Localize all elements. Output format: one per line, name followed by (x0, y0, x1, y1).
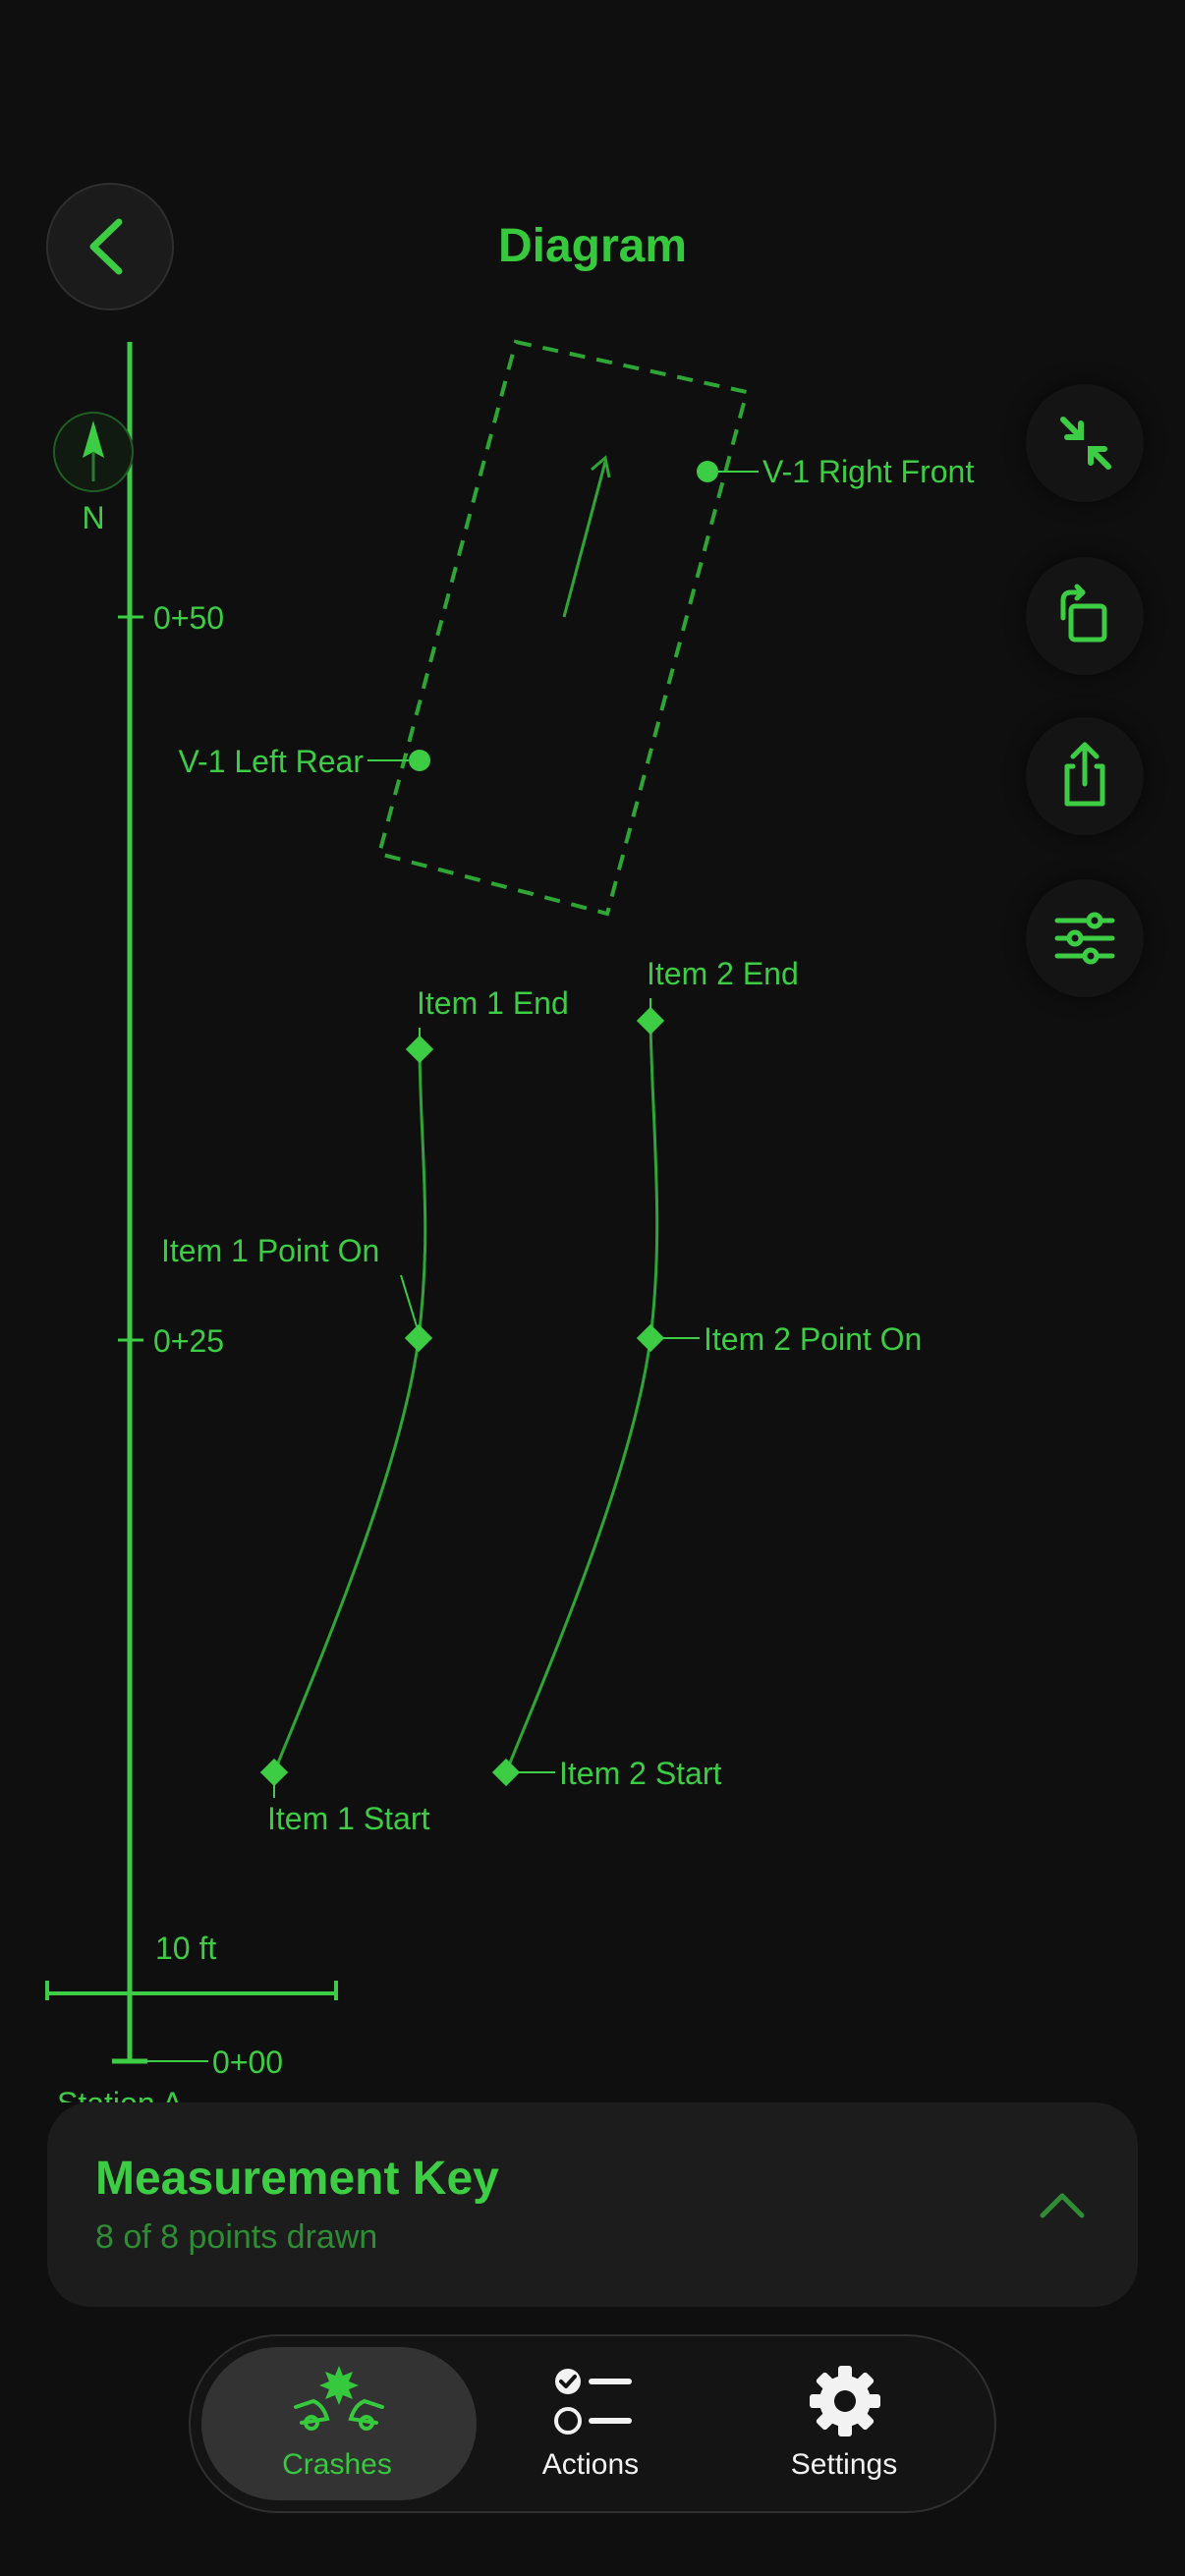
scale-bar (45, 1981, 338, 2000)
compass-label: N (82, 500, 104, 535)
point-v1-right-front[interactable] (697, 461, 718, 482)
tab-crashes-label: Crashes (282, 2448, 392, 2481)
label-v1-left-rear: V-1 Left Rear (178, 744, 364, 779)
point-v1-left-rear[interactable] (409, 750, 430, 771)
label-item2-point-on: Item 2 Point On (704, 1321, 922, 1357)
settings-sliders-button[interactable] (1026, 879, 1144, 997)
item1-path (272, 1048, 427, 1773)
item2-path (504, 1020, 659, 1773)
station-origin-label: Station A (57, 2086, 184, 2102)
label-item1-point-on: Item 1 Point On (161, 1233, 379, 1268)
tab-settings-label[interactable]: Settings (726, 2448, 962, 2482)
point-item1-start[interactable] (259, 1758, 289, 1787)
vehicle-outline[interactable] (376, 339, 750, 917)
station-label-0-25: 0+25 (153, 1323, 224, 1359)
measurement-key-title: Measurement Key (95, 2153, 499, 2205)
point-item1-point-on[interactable] (404, 1323, 433, 1353)
collapse-icon (1060, 417, 1111, 470)
page-title: Diagram (497, 220, 688, 272)
leader-item1-point-on (400, 1274, 418, 1327)
station-label-0-00: 0+00 (212, 2044, 283, 2080)
tab-actions-label[interactable]: Actions (473, 2448, 708, 2482)
rotate-button[interactable] (1026, 557, 1144, 675)
collapse-button[interactable] (1026, 384, 1144, 502)
point-item1-end[interactable] (405, 1035, 434, 1064)
point-item2-start[interactable] (491, 1758, 521, 1787)
label-item2-start: Item 2 Start (559, 1756, 722, 1791)
checklist-icon[interactable] (550, 2366, 633, 2440)
rotate-icon (1060, 584, 1107, 643)
point-item2-end[interactable] (636, 1006, 665, 1036)
label-item1-end: Item 1 End (417, 985, 569, 1021)
gear-icon[interactable] (806, 2362, 884, 2440)
diagram-canvas[interactable]: 0+50 0+25 0+00 Station A 10 ft N V-1 Rig… (0, 0, 1185, 2102)
measurement-key-subtitle: 8 of 8 points drawn (95, 2218, 378, 2256)
compass-icon (53, 412, 134, 492)
chevron-up-icon[interactable] (1037, 2186, 1088, 2225)
vehicle-direction-arrow (562, 461, 607, 618)
scale-bar-label: 10 ft (155, 1931, 216, 1966)
label-item2-end: Item 2 End (647, 956, 799, 991)
share-button[interactable] (1026, 717, 1144, 835)
label-v1-right-front: V-1 Right Front (762, 454, 974, 489)
point-item2-point-on[interactable] (636, 1323, 665, 1353)
crash-icon (294, 2366, 384, 2431)
sliders-icon (1054, 912, 1115, 965)
label-item1-start: Item 1 Start (267, 1801, 430, 1836)
share-icon (1064, 742, 1105, 807)
station-label-0-50: 0+50 (153, 600, 224, 636)
